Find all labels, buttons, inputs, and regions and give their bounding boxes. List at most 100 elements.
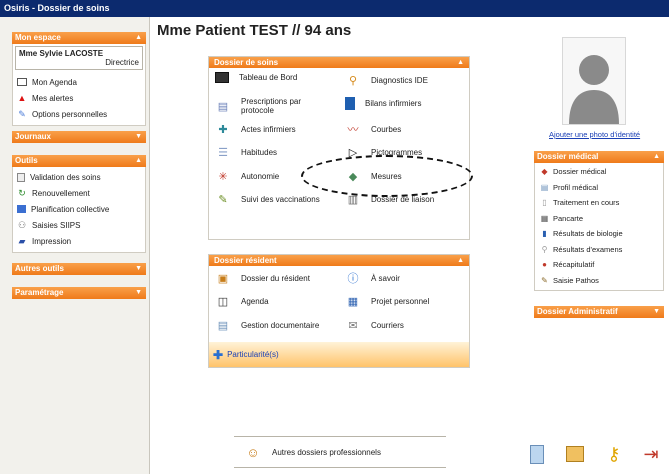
info-icon: ⓘ (347, 273, 359, 285)
sidebar-item-validation-soins[interactable]: Validation des soins (15, 169, 143, 185)
journaux-panel: Journaux ▼ (12, 131, 146, 143)
autres-outils-header[interactable]: Autres outils ▼ (12, 263, 146, 275)
particularites-label: Particularité(s) (227, 350, 279, 359)
pathos-icon: ✎ (541, 275, 548, 285)
dossier-soins-header[interactable]: Dossier de soins ▲ (209, 57, 469, 68)
user-role: Directrice (105, 58, 139, 67)
right-item-dossier-medical[interactable]: ◆ Dossier médical (537, 164, 661, 180)
add-photo-link[interactable]: Ajouter une photo d'identité (549, 130, 640, 139)
menu-item-a-savoir[interactable]: ⓘ À savoir (345, 270, 400, 286)
right-item-biologie[interactable]: ▮ Résultats de biologie (537, 226, 661, 242)
expand-icon: ▼ (135, 265, 142, 272)
agenda-icon: ◫ (217, 295, 229, 308)
renew-icon: ↻ (18, 188, 26, 198)
menu-item-courbes[interactable]: 〰 Courbes (345, 121, 402, 137)
menu-item-diagnostics-ide[interactable]: ⚲ Diagnostics IDE (345, 72, 428, 88)
dossier-medical-header[interactable]: Dossier médical ▲ (534, 151, 664, 163)
autres-outils-panel: Autres outils ▼ (12, 263, 146, 275)
menu-item-actes-infirmiers[interactable]: ✚ Actes infirmiers (215, 121, 295, 137)
right-item-traitement[interactable]: ▯ Traitement en cours (537, 195, 661, 211)
outils-panel: Outils ▲ Validation des soins ↻ Renouvel… (12, 155, 146, 253)
book-icon (345, 97, 355, 110)
siips-icon: ⚇ (17, 220, 27, 230)
project-icon: ▦ (347, 295, 359, 308)
mon-espace-panel: Mon espace ▲ Mme Sylvie LACOSTE Directri… (12, 32, 146, 126)
avatar-icon (569, 55, 619, 124)
plus-icon: ✚ (213, 347, 224, 362)
sidebar-item-impression[interactable]: ▰ Impression (15, 233, 143, 249)
expand-icon: ▼ (135, 289, 142, 296)
documents-icon: ▤ (217, 319, 229, 332)
collapse-icon: ▲ (457, 59, 464, 66)
chart-icon: 〰 (347, 124, 359, 136)
exit-icon[interactable]: ⇥ (640, 442, 662, 466)
sidebar-item-mon-agenda[interactable]: Mon Agenda (15, 74, 143, 90)
collapse-icon: ▲ (653, 153, 660, 160)
prescription-icon: ▤ (217, 100, 229, 113)
summary-icon: ● (542, 260, 547, 270)
mail-icon: ✉ (348, 319, 358, 332)
dossier-resident-card: Dossier résident ▲ ▣ Dossier du résident… (208, 254, 470, 368)
menu-item-projet-personnel[interactable]: ▦ Projet personnel (345, 293, 429, 309)
sidebar-item-renouvellement[interactable]: ↻ Renouvellement (15, 185, 143, 201)
menu-item-tableau-de-bord[interactable]: Tableau de Bord (215, 72, 297, 83)
menu-item-gestion-documentaire[interactable]: ▤ Gestion documentaire (215, 317, 319, 333)
right-item-examens[interactable]: ⚲ Résultats d'examens (537, 242, 661, 258)
dossier-resident-header[interactable]: Dossier résident ▲ (209, 255, 469, 266)
expand-icon: ▼ (653, 308, 660, 315)
exams-icon: ⚲ (541, 244, 548, 254)
stethoscope-icon: ⚲ (348, 74, 358, 87)
habits-icon: ☰ (218, 146, 228, 159)
menu-item-bilans-infirmiers[interactable]: Bilans infirmiers (345, 97, 421, 110)
collapse-icon: ▲ (135, 157, 142, 164)
resident-card-icon: ▣ (217, 272, 229, 285)
menu-item-dossier-resident[interactable]: ▣ Dossier du résident (215, 270, 310, 286)
particularites-bar[interactable]: ✚ Particularité(s) (209, 342, 469, 367)
dossier-administratif-header[interactable]: Dossier Administratif ▼ (534, 306, 664, 318)
collapse-icon: ▲ (457, 257, 464, 264)
user-name: Mme Sylvie LACOSTE (19, 49, 104, 58)
dashboard-icon (215, 72, 229, 83)
menu-item-courriers[interactable]: ✉ Courriers (345, 317, 404, 333)
pancarte-icon: ▦ (540, 213, 549, 223)
highlight-ellipse (301, 155, 473, 197)
profile-icon: ▤ (540, 182, 549, 192)
sidebar: Mon espace ▲ Mme Sylvie LACOSTE Directri… (0, 17, 150, 474)
expand-icon: ▼ (135, 133, 142, 140)
mon-espace-header[interactable]: Mon espace ▲ (12, 32, 146, 44)
menu-item-habitudes[interactable]: ☰ Habitudes (215, 144, 277, 160)
menu-item-suivi-vaccinations[interactable]: ✎ Suivi des vaccinations (215, 191, 319, 207)
menu-item-agenda[interactable]: ◫ Agenda (215, 293, 269, 309)
photo-placeholder (562, 37, 626, 125)
treatment-icon: ▯ (542, 198, 547, 208)
sidebar-item-options-personnelles[interactable]: ✎ Options personnelles (15, 106, 143, 122)
autonomy-icon: ✳ (218, 170, 228, 183)
outils-header[interactable]: Outils ▲ (12, 155, 146, 167)
right-item-pancarte[interactable]: ▦ Pancarte (537, 211, 661, 227)
window-title-bar: Osiris - Dossier de soins (0, 0, 669, 17)
validation-icon (17, 172, 25, 182)
right-item-saisie-pathos[interactable]: ✎ Saisie Pathos (537, 273, 661, 289)
settings-icon: ✎ (18, 109, 26, 119)
menu-item-prescriptions[interactable]: ▤ Prescriptions par protocole (215, 97, 315, 115)
menu-item-autonomie[interactable]: ✳ Autonomie (215, 168, 279, 184)
alert-icon: ▲ (17, 93, 27, 103)
document-icon[interactable] (526, 442, 548, 466)
key-icon[interactable]: ⚷ (603, 442, 625, 466)
printer-icon: ▰ (18, 236, 26, 246)
patient-title: Mme Patient TEST // 94 ans (157, 22, 352, 39)
collapse-icon: ▲ (135, 34, 142, 41)
autres-dossiers-button[interactable]: ☺ Autres dossiers professionnels (234, 436, 446, 468)
window-title: Osiris - Dossier de soins (4, 3, 110, 13)
folders-icon[interactable] (564, 442, 586, 466)
journaux-header[interactable]: Journaux ▼ (12, 131, 146, 143)
parametrage-header[interactable]: Paramétrage ▼ (12, 287, 146, 299)
right-item-recapitulatif[interactable]: ● Récapitulatif (537, 257, 661, 273)
sidebar-item-planification-collective[interactable]: Planification collective (15, 201, 143, 217)
right-item-profil-medical[interactable]: ▤ Profil médical (537, 180, 661, 196)
sidebar-item-saisies-siips[interactable]: ⚇ Saisies SIIPS (15, 217, 143, 233)
dossier-soins-card: Dossier de soins ▲ Tableau de Bord ▤ Pre… (208, 56, 470, 240)
user-box: Mme Sylvie LACOSTE Directrice (15, 46, 143, 70)
dossier-medical-panel: Dossier médical ▲ ◆ Dossier médical ▤ Pr… (534, 151, 664, 291)
sidebar-item-mes-alertes[interactable]: ▲ Mes alertes (15, 90, 143, 106)
